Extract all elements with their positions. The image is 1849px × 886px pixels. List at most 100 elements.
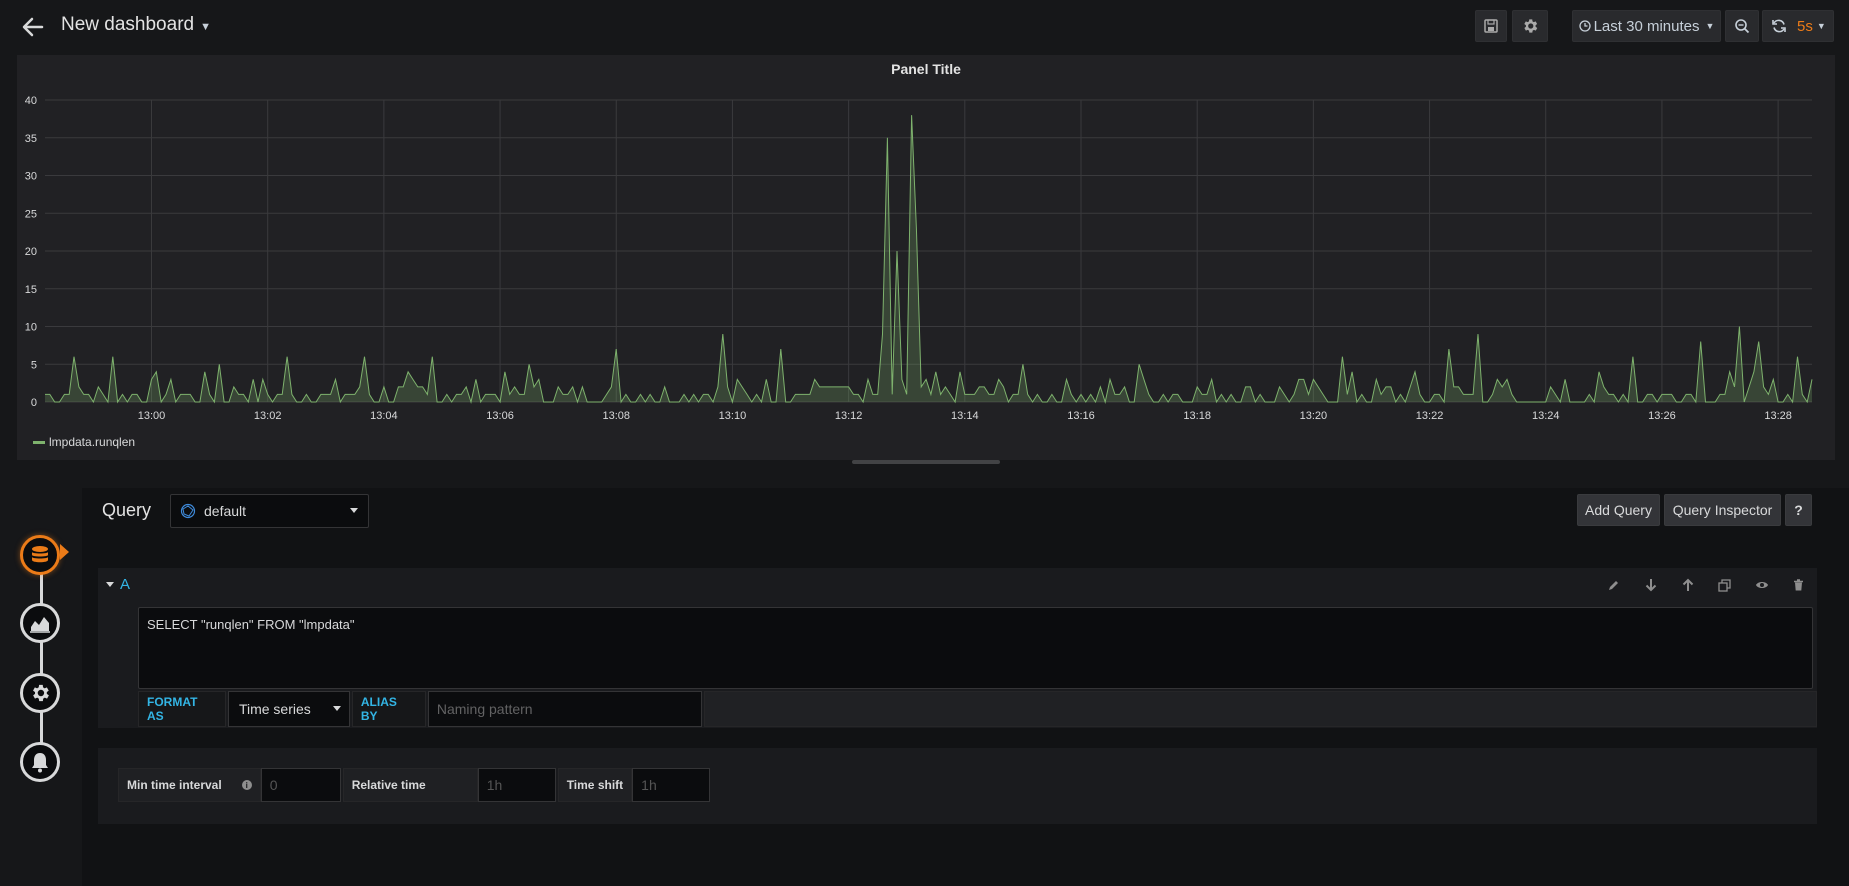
move-up-button[interactable] — [1669, 568, 1706, 602]
time-range-picker[interactable]: Last 30 minutes ▼ — [1572, 10, 1721, 42]
back-button[interactable] — [18, 12, 48, 42]
query-ref-id: A — [120, 576, 131, 593]
format-as-label: FORMAT AS — [138, 691, 226, 727]
toggle-edit-mode-button[interactable] — [1595, 568, 1632, 602]
y-tick-label: 10 — [25, 322, 37, 334]
legend: lmpdata.runqlen — [33, 435, 135, 449]
min-interval-text: Min time interval — [127, 778, 222, 792]
x-tick-label: 13:06 — [486, 410, 514, 420]
query-section-title: Query — [102, 500, 152, 520]
caret-down-icon: ▼ — [1816, 21, 1826, 31]
format-as-value: Time series — [238, 701, 311, 717]
save-icon — [1484, 19, 1498, 33]
caret-down-icon — [350, 508, 358, 513]
x-tick-label: 13:00 — [138, 410, 166, 420]
y-tick-label: 15 — [25, 284, 37, 296]
visualization-icon — [30, 617, 50, 633]
alias-by-input[interactable] — [427, 691, 702, 727]
time-shift-label: Time shift — [557, 768, 633, 802]
rail-step-alert[interactable] — [20, 742, 60, 782]
info-icon[interactable]: i — [241, 780, 252, 790]
eye-icon — [1755, 582, 1768, 588]
y-tick-label: 5 — [31, 359, 37, 371]
y-tick-label: 35 — [25, 133, 37, 145]
x-tick-label: 13:20 — [1300, 410, 1328, 420]
rail-step-general[interactable] — [20, 673, 60, 713]
rail-step-visualization[interactable] — [20, 603, 60, 643]
arrow-down-icon — [1645, 579, 1656, 592]
y-tick-label: 40 — [25, 95, 37, 107]
general-settings-icon — [33, 684, 49, 702]
panel-resize-handle[interactable] — [852, 460, 1000, 464]
relative-time-label: Relative time — [342, 768, 478, 802]
raw-query-editor[interactable]: SELECT "runqlen" FROM "lmpdata" — [138, 607, 1813, 689]
caret-down-icon: ▼ — [200, 21, 211, 33]
format-as-select[interactable]: Time series — [227, 691, 350, 727]
clock-icon — [1578, 20, 1591, 32]
query-row-header: A — [98, 568, 1817, 602]
min-interval-input[interactable] — [260, 768, 341, 802]
refresh-interval: 5s — [1797, 17, 1813, 35]
refresh-icon — [1772, 19, 1786, 33]
remove-query-button[interactable] — [1780, 568, 1817, 602]
series-line — [45, 115, 1813, 404]
x-tick-label: 13:14 — [951, 410, 979, 420]
x-tick-label: 13:24 — [1532, 410, 1560, 420]
time-range-label: Last 30 minutes — [1593, 17, 1700, 35]
relative-time-input[interactable] — [477, 768, 556, 802]
alert-bell-icon — [32, 753, 48, 773]
x-tick-label: 13:22 — [1416, 410, 1444, 420]
x-tick-label: 13:10 — [719, 410, 747, 420]
legend-swatch — [33, 440, 45, 444]
active-step-pointer — [60, 544, 69, 560]
move-down-button[interactable] — [1632, 568, 1669, 602]
arrow-left-icon — [22, 17, 44, 37]
legend-item[interactable]: lmpdata.runqlen — [49, 435, 135, 449]
query-inspector-button[interactable]: Query Inspector — [1664, 494, 1781, 526]
add-query-button[interactable]: Add Query — [1577, 494, 1660, 526]
x-tick-label: 13:12 — [835, 410, 863, 420]
gear-icon — [1524, 19, 1538, 33]
y-tick-label: 25 — [25, 208, 37, 220]
y-tick-label: 0 — [31, 397, 37, 409]
datasource-picker[interactable]: default — [170, 494, 369, 528]
trash-icon — [1794, 579, 1803, 591]
pencil-icon — [1608, 581, 1618, 590]
x-tick-label: 13:02 — [254, 410, 282, 420]
refresh-picker[interactable]: 5s ▼ — [1762, 10, 1834, 42]
row-filler — [703, 691, 1818, 727]
rail-connector — [40, 555, 43, 765]
graph-panel: Panel Title 0 5 10 15 20 25 30 35 40 13:00 13:02 13… — [17, 55, 1835, 460]
query-collapse-toggle[interactable]: A — [106, 576, 130, 593]
dashboard-title-picker[interactable]: New dashboard ▼ — [61, 14, 211, 36]
database-icon — [32, 546, 48, 563]
caret-down-icon: ▼ — [1705, 21, 1715, 31]
query-options-panel: Min time interval i Relative time Time s… — [98, 748, 1817, 824]
timeseries-chart: 0 5 10 15 20 25 30 35 40 13:00 13:02 13:04 13:06 13:0… — [25, 95, 1813, 420]
zoom-out-button[interactable] — [1725, 10, 1759, 42]
dashboard-title: New dashboard — [61, 14, 195, 35]
datasource-icon — [180, 503, 196, 519]
series-area — [45, 115, 1812, 402]
x-tick-label: 13:04 — [370, 410, 398, 420]
arrow-up-icon — [1682, 578, 1693, 591]
query-options: Min time interval i Relative time Time s… — [118, 768, 711, 802]
datasource-name: default — [204, 503, 247, 519]
x-tick-label: 13:08 — [602, 410, 630, 420]
y-tick-label: 30 — [25, 171, 37, 183]
rail-step-queries[interactable] — [20, 535, 60, 575]
top-navbar: New dashboard ▼ Last 30 minutes ▼ 5s ▼ — [0, 0, 1849, 52]
copy-icon — [1718, 578, 1731, 592]
caret-down-icon — [106, 582, 114, 587]
min-interval-label: Min time interval i — [118, 768, 261, 802]
save-dashboard-button[interactable] — [1475, 10, 1507, 42]
query-actions — [1595, 568, 1817, 602]
x-tick-label: 13:28 — [1764, 410, 1792, 420]
caret-down-icon — [332, 706, 341, 711]
help-button[interactable]: ? — [1785, 494, 1812, 526]
duplicate-query-button[interactable] — [1706, 568, 1743, 602]
zoom-out-icon — [1735, 19, 1750, 34]
toggle-visibility-button[interactable] — [1743, 568, 1780, 602]
dashboard-settings-button[interactable] — [1512, 10, 1548, 42]
time-shift-input[interactable] — [632, 768, 711, 802]
